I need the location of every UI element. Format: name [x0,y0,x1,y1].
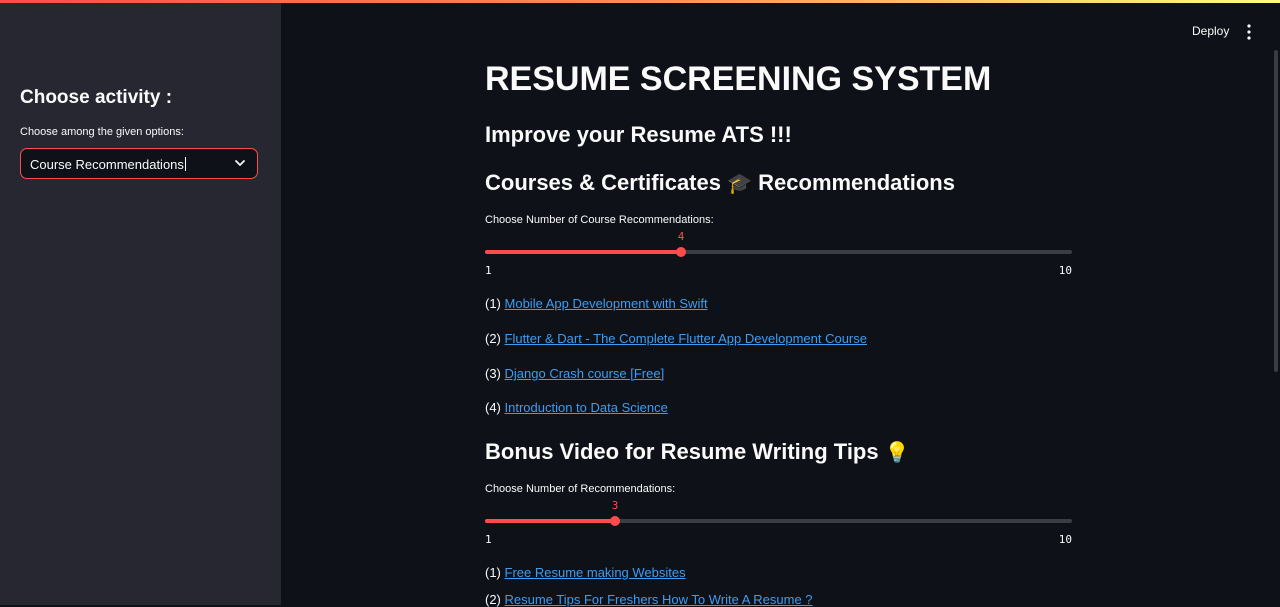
light-bulb-icon: 💡 [884,442,910,464]
course-link[interactable]: Django Crash course [Free] [505,366,665,381]
slider-max: 10 [1058,264,1072,277]
slider-value: 3 [611,499,619,512]
video-link[interactable]: Free Resume making Websites [505,565,686,580]
slider-max: 10 [1058,533,1072,546]
sidebar-heading: Choose activity : [20,87,173,108]
sidebar: Choose activity : Choose among the given… [0,3,281,605]
courses-heading: Courses & Certificates 🎓 Recommendations [485,170,955,195]
slider-fill [485,519,615,523]
video-slider-label: Choose Number of Recommendations: [485,483,676,495]
slider-thumb[interactable] [610,516,620,526]
course-count-slider[interactable]: 4 1 10 [485,230,1072,277]
page-title: RESUME SCREENING SYSTEM [485,60,992,98]
course-slider-label: Choose Number of Course Recommendations: [485,214,714,226]
deploy-button[interactable]: Deploy [1184,22,1237,40]
scrollbar[interactable] [1274,50,1278,372]
graduation-cap-icon: 🎓 [727,173,753,195]
course-item: (4) Introduction to Data Science [485,400,668,415]
slider-value: 4 [677,230,685,243]
slider-min: 1 [485,264,492,277]
slider-min: 1 [485,533,492,546]
more-menu-icon[interactable] [1244,23,1254,41]
course-item: (3) Django Crash course [Free] [485,366,665,381]
course-link[interactable]: Flutter & Dart - The Complete Flutter Ap… [505,331,867,346]
slider-fill [485,250,681,254]
page-subtitle: Improve your Resume ATS !!! [485,122,792,147]
video-item: (1) Free Resume making Websites [485,565,686,580]
video-count-slider[interactable]: 3 1 10 [485,499,1072,546]
course-item: (1) Mobile App Development with Swift [485,296,708,311]
course-item: (2) Flutter & Dart - The Complete Flutte… [485,331,867,346]
activity-select-label: Choose among the given options: [20,126,184,138]
course-link[interactable]: Introduction to Data Science [505,400,668,415]
chevron-down-icon[interactable] [233,156,247,170]
video-heading: Bonus Video for Resume Writing Tips 💡 [485,439,910,464]
course-link[interactable]: Mobile App Development with Swift [505,296,708,311]
slider-thumb[interactable] [676,247,686,257]
text-cursor [184,157,186,171]
activity-select-value: Course Recommendations [30,157,186,172]
activity-select[interactable]: Course Recommendations [20,148,258,179]
